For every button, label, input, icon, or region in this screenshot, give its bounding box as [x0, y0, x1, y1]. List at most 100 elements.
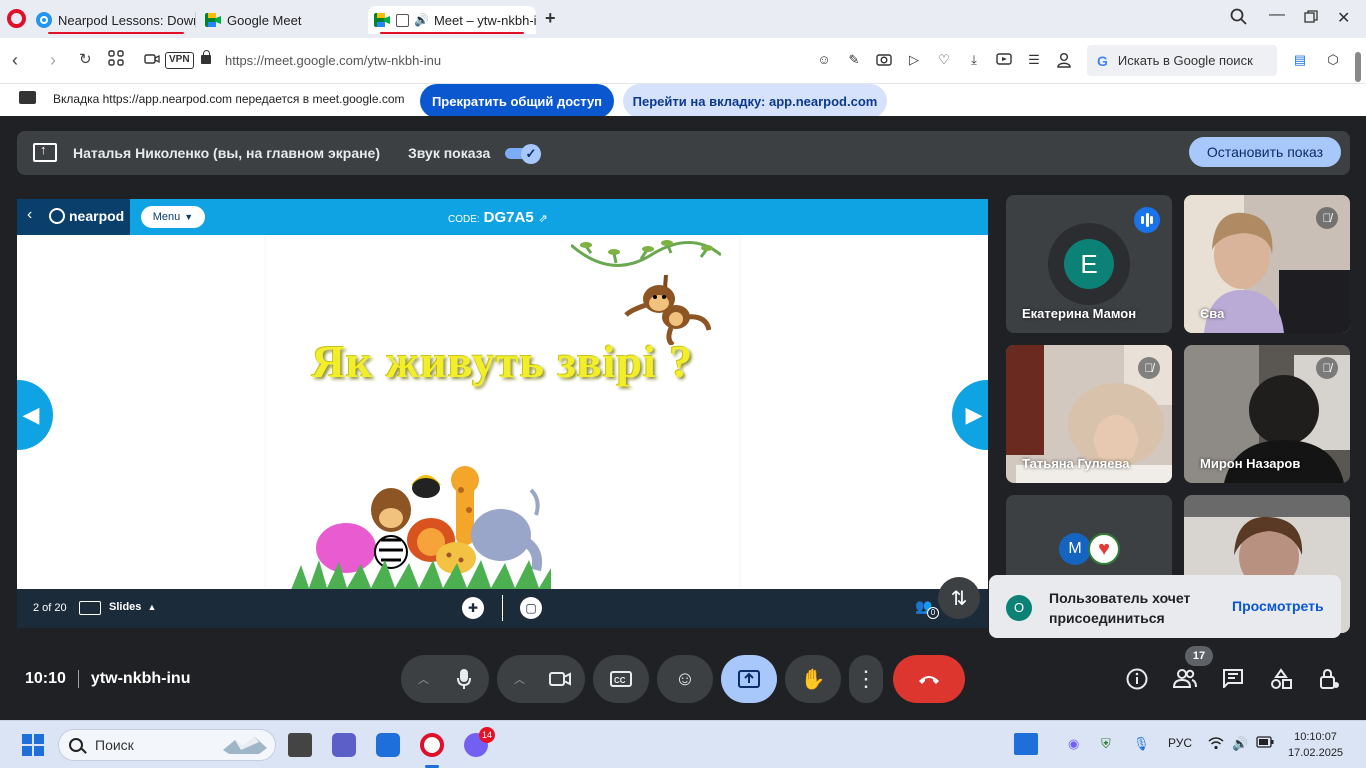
search-tabs-icon[interactable] — [1230, 8, 1248, 31]
edit-icon[interactable]: ✎ — [846, 52, 862, 68]
lock-icon[interactable] — [201, 50, 211, 64]
close-window-button[interactable]: ✕ — [1337, 8, 1350, 28]
chevron-up-icon[interactable]: ︿ — [418, 671, 429, 687]
mic-muted-icon: 🎙̸ — [1316, 357, 1338, 379]
wifi-icon[interactable] — [1208, 736, 1224, 753]
search-icon — [69, 738, 83, 752]
restore-button[interactable] — [1304, 10, 1318, 29]
google-search-field[interactable]: G Искать в Google поиск — [1087, 45, 1277, 76]
chat-icon[interactable] — [1220, 668, 1246, 694]
taskbar-search[interactable]: Поиск — [58, 729, 276, 761]
security-shield-icon[interactable]: ⛨ — [1101, 736, 1111, 752]
minimize-button[interactable]: — — [1269, 6, 1285, 24]
profile-icon[interactable] — [1056, 52, 1072, 68]
reload-icon[interactable]: ↻ — [79, 50, 92, 70]
chevron-up-icon[interactable]: ︿ — [514, 671, 525, 687]
switch-to-tab-button[interactable]: Перейти на вкладку: app.nearpod.com — [623, 84, 887, 118]
slides-icon[interactable] — [79, 601, 101, 615]
whiteboard-icon[interactable]: ▢ — [520, 597, 542, 619]
nearpod-menu-button[interactable]: Menu ▼ — [141, 206, 205, 228]
video-popout-icon[interactable] — [996, 52, 1012, 68]
opera-logo-icon[interactable] — [7, 9, 26, 28]
participant-tile[interactable]: 🎙̸ Татьяна Гуляева — [1006, 345, 1172, 483]
external-link-icon[interactable]: ⇗ — [538, 213, 547, 225]
forward-icon[interactable]: › — [50, 50, 56, 70]
arrow-right-icon: ▶ — [965, 402, 983, 427]
google-g-icon: G — [1097, 52, 1108, 69]
slides-toggle[interactable]: Slides ▲ — [109, 601, 156, 613]
microphone-tray-icon[interactable]: 🎙 — [1133, 736, 1150, 752]
meet-window: Наталья Николенко (вы, на главном экране… — [0, 116, 1366, 720]
speaker-icon: 🔊 — [414, 13, 429, 27]
back-chevron-icon[interactable]: ‹ — [27, 206, 32, 224]
teams-icon[interactable] — [332, 733, 356, 757]
presenter-bar: Наталья Николенко (вы, на главном экране… — [17, 131, 1350, 175]
reactions-button[interactable]: ☺ — [657, 655, 713, 703]
address-bar: ‹ › ↻ VPN https://meet.google.com/ytw-nk… — [0, 38, 1366, 84]
battery-icon[interactable] — [1256, 736, 1274, 751]
task-view-icon[interactable] — [288, 733, 312, 757]
next-slide-button[interactable]: ▶ — [952, 380, 988, 450]
more-options-button[interactable]: ⋮ — [849, 655, 883, 703]
tab-meet-active[interactable]: 🔊 Meet – ytw-nkbh-i — [368, 6, 536, 34]
news-icon[interactable]: ▤ — [1292, 52, 1308, 68]
tab-title: Nearpod Lessons: Downlo — [58, 12, 196, 28]
activities-icon[interactable] — [1268, 668, 1294, 694]
emoji-icon[interactable]: ☺ — [816, 52, 832, 68]
extensions-cube-icon[interactable]: ⬡ — [1325, 52, 1341, 68]
back-icon[interactable]: ‹ — [12, 50, 18, 70]
notification-badge: 14 — [479, 727, 495, 743]
slide: Як живуть звірі ? — [266, 235, 739, 589]
present-button[interactable] — [721, 655, 777, 703]
tab-nearpod[interactable]: Nearpod Lessons: Downlo — [36, 6, 196, 34]
search-placeholder: Искать в Google поиск — [1117, 53, 1253, 68]
previous-slide-button[interactable]: ◀ — [17, 380, 53, 450]
stop-presenting-button[interactable]: Остановить показ — [1189, 137, 1341, 167]
swap-layout-button[interactable]: ⇅ — [938, 577, 980, 619]
participant-tile[interactable]: 🎙̸ Єва — [1184, 195, 1350, 333]
host-controls-icon[interactable] — [1316, 668, 1342, 694]
microphone-button[interactable]: ︿ — [401, 655, 489, 703]
windows-start-icon[interactable] — [22, 734, 44, 756]
captions-icon: CC — [610, 671, 632, 687]
url-field[interactable]: https://meet.google.com/ytw-nkbh-inu — [225, 53, 441, 68]
download-icon[interactable]: ⤓ — [966, 52, 982, 68]
stop-sharing-button[interactable]: Прекратить общий доступ — [420, 84, 614, 118]
screen-share-icon — [19, 91, 36, 104]
leave-call-button[interactable] — [893, 655, 965, 703]
tab-grid-icon[interactable] — [108, 50, 124, 70]
camera-permission-icon[interactable] — [144, 50, 160, 70]
volume-icon[interactable]: 🔊 — [1232, 736, 1248, 752]
animals-illustration — [291, 466, 551, 589]
captions-button[interactable]: CC — [593, 655, 649, 703]
play-icon[interactable]: ▷ — [906, 52, 922, 68]
scrollbar-handle[interactable] — [1350, 52, 1366, 82]
participant-tile[interactable]: E Екатерина Мамон — [1006, 195, 1172, 333]
viber-tray-icon[interactable]: ◉ — [1068, 736, 1079, 752]
store-icon[interactable] — [376, 733, 400, 757]
keyboard-language[interactable]: РУС — [1168, 736, 1192, 750]
meeting-details-icon[interactable] — [1124, 668, 1150, 694]
search-highlight-icon — [223, 737, 267, 754]
raise-hand-button[interactable]: ✋ — [785, 655, 841, 703]
view-request-link[interactable]: Просмотреть — [1232, 598, 1324, 614]
easy-setup-icon[interactable]: ☰ — [1026, 52, 1042, 68]
lesson-code: CODE: DG7A5 ⇗ — [448, 209, 548, 226]
google-meet-favicon-icon — [374, 13, 390, 27]
microphone-icon — [457, 669, 471, 689]
present-screen-icon — [33, 142, 57, 162]
new-tab-button[interactable]: + — [545, 9, 556, 27]
snapshot-camera-icon[interactable] — [876, 52, 892, 68]
students-icon[interactable]: 👥 0 — [915, 598, 939, 619]
system-clock[interactable]: 10:10:07 17.02.2025 — [1288, 729, 1343, 761]
vpn-badge[interactable]: VPN — [165, 52, 194, 69]
heart-icon[interactable]: ♡ — [936, 52, 952, 68]
camera-button[interactable]: ︿ — [497, 655, 585, 703]
share-audio-toggle[interactable]: ✓ — [505, 144, 543, 164]
add-activity-icon[interactable]: ✚ — [462, 597, 484, 619]
people-icon[interactable] — [1172, 668, 1198, 694]
widgets-icon[interactable] — [1014, 733, 1038, 755]
opera-taskbar-icon[interactable] — [420, 733, 444, 757]
participant-tile[interactable]: 🎙̸ Мирон Назаров — [1184, 345, 1350, 483]
tab-google-meet[interactable]: Google Meet — [205, 6, 365, 34]
